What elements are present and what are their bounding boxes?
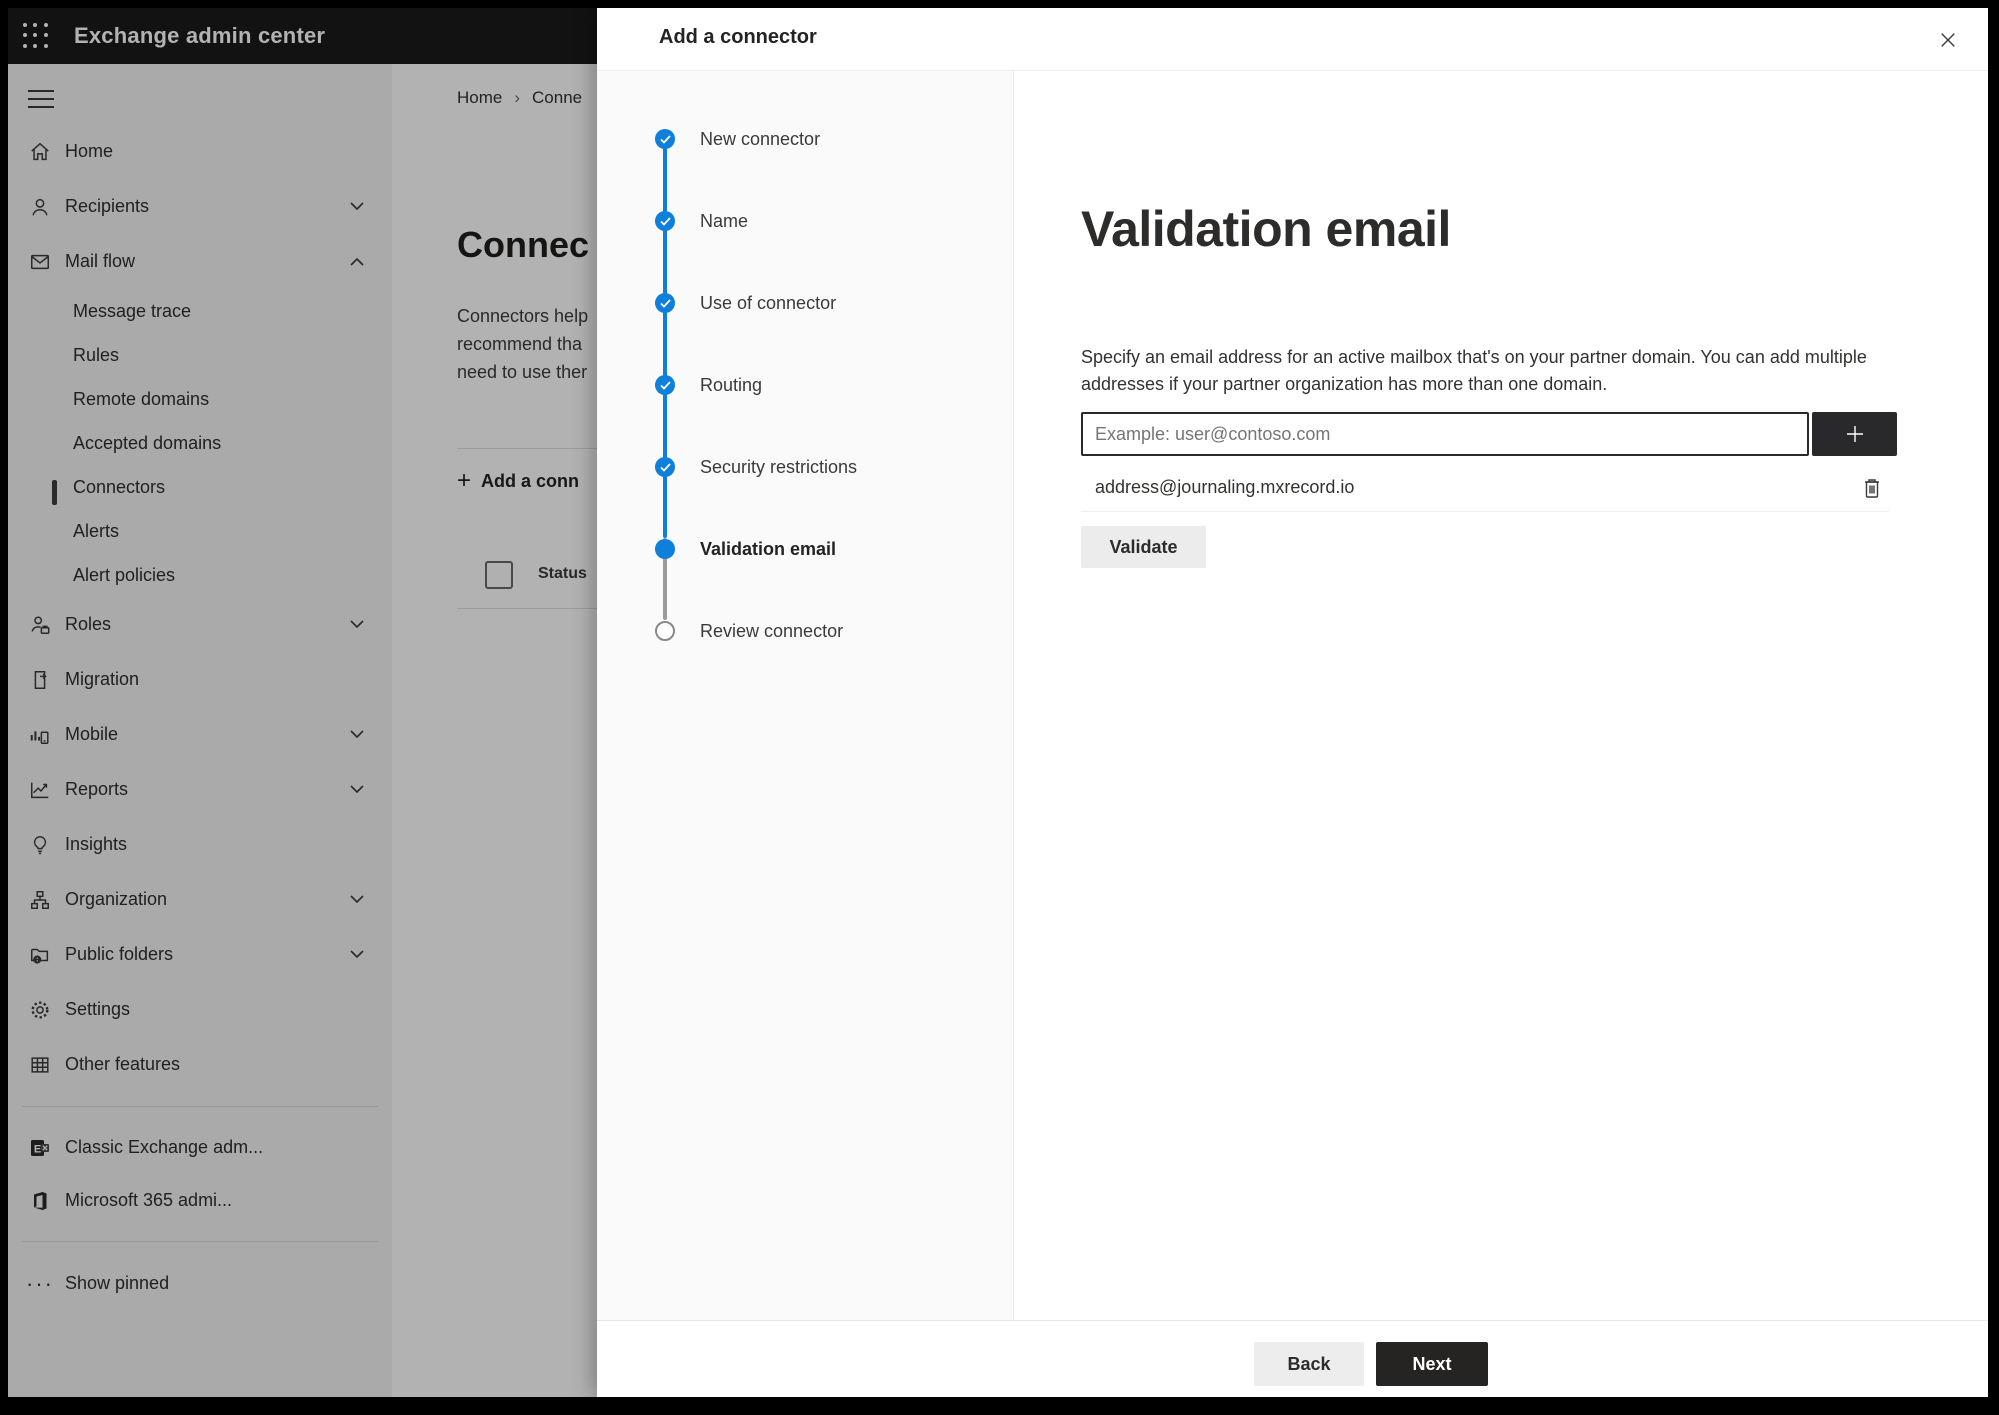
add-connector-panel: Add a connector New connector Name Use o… <box>597 8 1988 1397</box>
panel-title: Add a connector <box>659 26 817 48</box>
validate-button[interactable]: Validate <box>1081 526 1206 568</box>
wizard-steps: New connector Name Use of connector Rout… <box>597 71 1014 1320</box>
email-entry-row <box>1081 412 1897 456</box>
email-address-input[interactable] <box>1081 412 1809 456</box>
panel-header: Add a connector <box>597 8 1988 71</box>
app-screen: Exchange admin center Home Recipients Ma… <box>8 8 1988 1397</box>
wizard-page-description: Specify an email address for an active m… <box>1081 347 1867 394</box>
wizard-step-security-restrictions[interactable]: Security restrictions <box>655 456 857 478</box>
back-button[interactable]: Back <box>1254 1342 1364 1386</box>
step-todo-dot <box>655 621 675 641</box>
step-check-icon <box>655 129 675 149</box>
wizard-step-name[interactable]: Name <box>655 210 748 232</box>
step-check-icon <box>655 211 675 231</box>
wizard-step-use-of-connector[interactable]: Use of connector <box>655 292 836 314</box>
step-check-icon <box>655 293 675 313</box>
step-current-dot <box>655 539 675 559</box>
add-address-button[interactable] <box>1812 412 1897 456</box>
next-button[interactable]: Next <box>1376 1342 1488 1386</box>
step-check-icon <box>655 375 675 395</box>
footer-divider <box>597 1320 1988 1321</box>
wizard-step-new-connector[interactable]: New connector <box>655 128 820 150</box>
added-address-row: address@journaling.mxrecord.io <box>1081 466 1889 509</box>
wizard-step-routing[interactable]: Routing <box>655 374 762 396</box>
wizard-page-validation-email: Validation email Specify an email addres… <box>1015 71 1988 1320</box>
close-icon[interactable] <box>1932 24 1964 56</box>
step-check-icon <box>655 457 675 477</box>
wizard-page-title: Validation email <box>1081 200 1451 257</box>
added-address-text: address@journaling.mxrecord.io <box>1095 477 1355 497</box>
wizard-step-review-connector[interactable]: Review connector <box>655 620 843 642</box>
trash-icon[interactable] <box>1855 471 1889 505</box>
divider <box>1081 511 1889 512</box>
plus-icon <box>1846 426 1863 442</box>
wizard-step-validation-email[interactable]: Validation email <box>655 538 836 560</box>
wizard-progress-line <box>663 138 667 538</box>
